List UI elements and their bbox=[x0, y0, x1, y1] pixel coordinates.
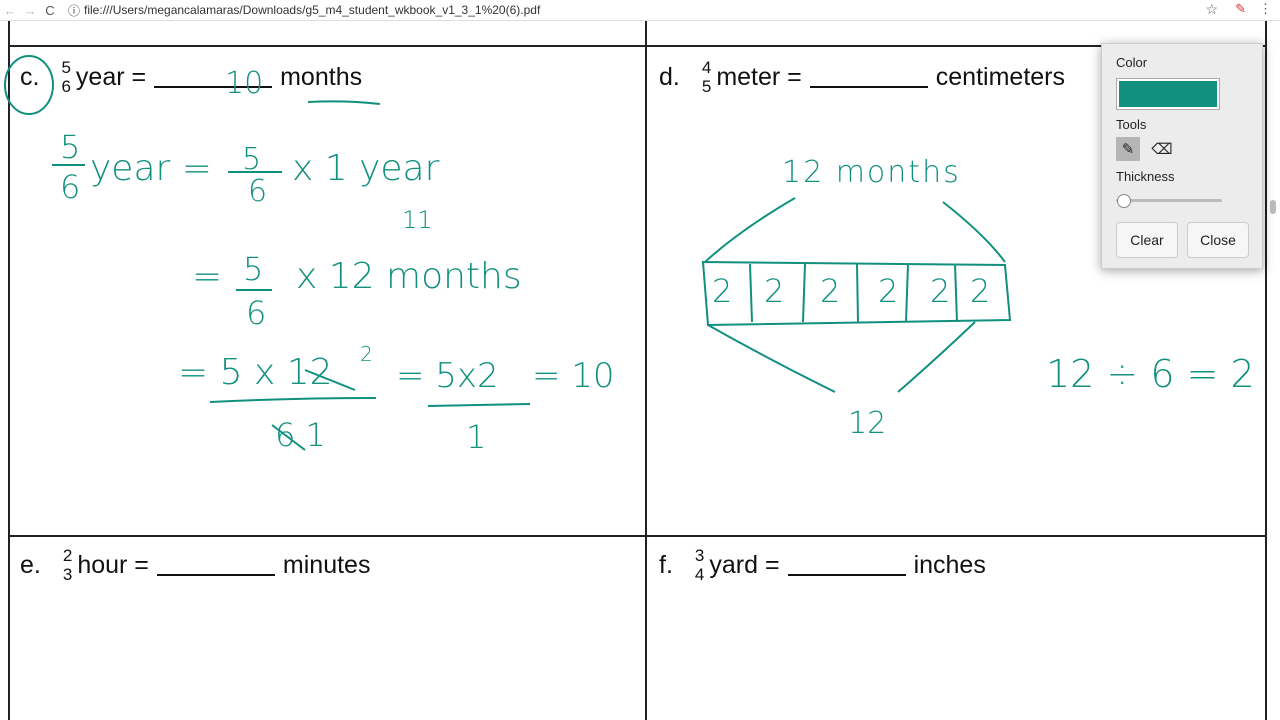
table-border bbox=[8, 21, 10, 720]
hw-superscript: 2 bbox=[360, 342, 373, 366]
answer-blank[interactable] bbox=[156, 554, 275, 576]
unit-text: year = bbox=[75, 62, 147, 91]
numerator: 2 bbox=[62, 546, 73, 565]
unit-text: hour = bbox=[77, 550, 149, 579]
problem-d: d. 45 meter = centimeters bbox=[659, 58, 1065, 96]
hw-box: 2 bbox=[764, 272, 785, 310]
table-border bbox=[645, 21, 647, 720]
hw-box: 2 bbox=[878, 272, 899, 310]
hw-box: 2 bbox=[712, 272, 733, 310]
hw-text: 12 months bbox=[782, 155, 961, 190]
hw-numerator: 5 bbox=[242, 142, 262, 177]
thickness-label: Thickness bbox=[1116, 169, 1175, 184]
hw-numerator: 5 bbox=[60, 128, 81, 166]
thickness-slider[interactable] bbox=[1116, 194, 1222, 208]
hw-text: = bbox=[192, 256, 223, 297]
hw-denominator: 6 bbox=[248, 174, 268, 209]
problem-label: c. bbox=[20, 62, 40, 91]
problem-f: f. 34 yard = inches bbox=[659, 546, 986, 584]
answer-blank[interactable] bbox=[809, 66, 928, 88]
fraction: 45 bbox=[702, 58, 711, 96]
hw-box: 2 bbox=[970, 272, 991, 310]
hw-answer: 10 bbox=[225, 66, 264, 101]
denominator: 5 bbox=[701, 77, 712, 96]
table-border bbox=[9, 45, 1267, 47]
info-icon[interactable]: ⓘ bbox=[68, 2, 80, 19]
fraction: 23 bbox=[63, 546, 72, 584]
eraser-icon[interactable]: ⌫ bbox=[1150, 137, 1174, 161]
scrollbar-thumb[interactable] bbox=[1270, 200, 1276, 214]
hw-denominator: 1 bbox=[466, 418, 487, 456]
target-unit: minutes bbox=[282, 550, 371, 579]
hw-denominator: 6 1 bbox=[275, 416, 326, 454]
problem-e: e. 23 hour = minutes bbox=[20, 546, 370, 584]
hw-box: 2 bbox=[930, 272, 951, 310]
color-label: Color bbox=[1116, 55, 1148, 70]
table-border bbox=[1265, 21, 1267, 720]
hw-box: 2 bbox=[820, 272, 841, 310]
slider-knob[interactable] bbox=[1117, 194, 1132, 208]
target-unit: months bbox=[280, 62, 363, 91]
fraction: 56 bbox=[61, 58, 70, 96]
menu-icon[interactable]: ⋮ bbox=[1259, 1, 1272, 17]
problem-label: d. bbox=[659, 62, 680, 91]
clear-button[interactable]: Clear bbox=[1116, 222, 1178, 258]
hw-equals-rotated: 11 bbox=[402, 206, 433, 234]
target-unit: centimeters bbox=[935, 62, 1065, 91]
hw-text: 12 bbox=[848, 406, 887, 441]
numerator: 3 bbox=[694, 546, 705, 565]
close-button[interactable]: Close bbox=[1187, 222, 1249, 258]
fraction: 34 bbox=[695, 546, 704, 584]
denominator: 4 bbox=[694, 565, 705, 584]
table-border bbox=[9, 535, 1267, 537]
hw-text: = 5 x 12 bbox=[178, 352, 333, 393]
back-button[interactable]: ← bbox=[0, 3, 20, 18]
annotation-panel: Color Tools ✎ ⌫ Thickness Clear Close bbox=[1101, 43, 1263, 269]
denominator: 6 bbox=[61, 77, 71, 96]
numerator: 4 bbox=[701, 58, 712, 77]
hw-text: = 10 bbox=[532, 356, 615, 396]
hw-denominator: 6 bbox=[60, 168, 81, 206]
target-unit: inches bbox=[913, 550, 986, 579]
answer-blank[interactable] bbox=[787, 554, 906, 576]
unit-text: meter = bbox=[716, 62, 802, 91]
address-bar[interactable]: file:///Users/megancalamaras/Downloads/g… bbox=[84, 3, 540, 17]
annotation-extension-icon[interactable]: ✎ bbox=[1235, 1, 1246, 17]
hw-text: year = bbox=[90, 148, 212, 189]
problem-c: c. 56 year = months bbox=[20, 58, 362, 96]
numerator: 5 bbox=[61, 58, 71, 77]
hw-denominator: 6 bbox=[246, 294, 267, 332]
hw-text: = 5x2 bbox=[396, 356, 499, 396]
forward-button[interactable]: → bbox=[20, 3, 40, 18]
color-picker[interactable] bbox=[1116, 78, 1220, 110]
bookmark-star-icon[interactable]: ☆ bbox=[1205, 1, 1218, 18]
problem-label: e. bbox=[20, 550, 41, 579]
browser-toolbar: ← → C ⓘ file:///Users/megancalamaras/Dow… bbox=[0, 0, 1280, 21]
hw-numerator: 5 bbox=[243, 250, 264, 288]
hw-text: x 12 months bbox=[296, 256, 522, 297]
problem-label: f. bbox=[659, 550, 673, 579]
pencil-icon[interactable]: ✎ bbox=[1116, 137, 1140, 161]
unit-text: yard = bbox=[709, 550, 780, 579]
denominator: 3 bbox=[62, 565, 73, 584]
hw-text: 12 ÷ 6 = 2 bbox=[1046, 352, 1255, 396]
hw-text: x 1 year bbox=[292, 148, 440, 189]
tools-label: Tools bbox=[1116, 117, 1147, 132]
reload-button[interactable]: C bbox=[40, 3, 60, 18]
